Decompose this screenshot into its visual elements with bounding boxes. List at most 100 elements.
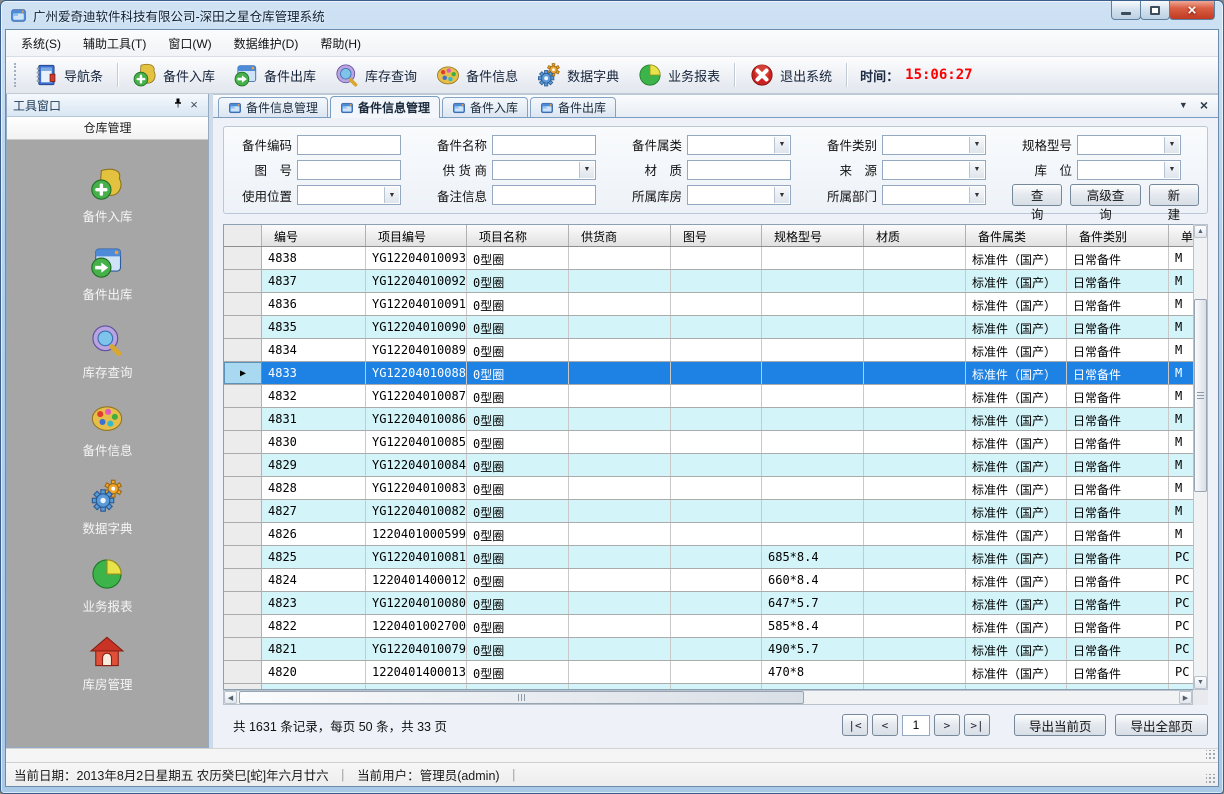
dock-item-part-info[interactable]: 备件信息 <box>82 400 132 459</box>
table-row[interactable]: 4829YG122040100840型圈标准件（国产）日常备件M <box>224 454 1193 477</box>
dock-item-part-in[interactable]: 备件入库 <box>82 166 132 225</box>
table-row[interactable]: 4835YG122040100900型圈标准件（国产）日常备件M <box>224 316 1193 339</box>
v-scroll-thumb[interactable] <box>1194 299 1207 492</box>
scroll-left-icon[interactable]: ◀ <box>224 691 237 704</box>
table-row[interactable]: 482012204014000130型圈470*8标准件（国产）日常备件PC <box>224 661 1193 684</box>
menu-window[interactable]: 窗口(W) <box>157 31 222 56</box>
remark-input[interactable] <box>492 185 596 205</box>
resize-grip[interactable] <box>1206 774 1216 784</box>
table-row[interactable]: 482612204010005990型圈标准件（国产）日常备件M <box>224 523 1193 546</box>
table-row[interactable]: 4825YG122040100810型圈685*8.4标准件（国产）日常备件PC <box>224 546 1193 569</box>
table-cell: 660*8.4 <box>762 569 864 591</box>
drawing-no-input[interactable] <box>297 160 401 180</box>
query-button[interactable]: 查询 <box>1012 184 1062 206</box>
menu-aux-tools[interactable]: 辅助工具(T) <box>72 31 157 56</box>
toolbar-part-in-button[interactable]: 备件入库 <box>123 60 224 90</box>
column-header[interactable]: 图号 <box>671 225 762 246</box>
column-header[interactable]: 项目名称 <box>467 225 569 246</box>
menu-data-maintain[interactable]: 数据维护(D) <box>223 31 310 56</box>
table-cell: YG12204010090 <box>366 316 467 338</box>
table-cell: PC <box>1169 569 1193 591</box>
part-name-input[interactable] <box>492 135 596 155</box>
last-page-button[interactable]: >| <box>964 714 990 736</box>
department-combo[interactable]: ▼ <box>882 185 986 205</box>
pin-icon[interactable] <box>170 97 186 113</box>
scroll-right-icon[interactable]: ▶ <box>1179 691 1192 704</box>
toolbar-exit-system-button[interactable]: 退出系统 <box>740 60 841 90</box>
toolbar-data-dict-button[interactable]: 数据字典 <box>527 60 628 90</box>
table-row[interactable]: 4832YG122040100870型圈标准件（国产）日常备件M <box>224 385 1193 408</box>
supplier-combo[interactable]: ▼ <box>492 160 596 180</box>
first-page-button[interactable]: |< <box>842 714 868 736</box>
column-header[interactable]: 备件类别 <box>1067 225 1169 246</box>
menu-help[interactable]: 帮助(H) <box>309 31 372 56</box>
toolbar-part-out-button[interactable]: 备件出库 <box>224 60 325 90</box>
dock-item-part-out[interactable]: 备件出库 <box>82 244 132 303</box>
part-code-input[interactable] <box>297 135 401 155</box>
table-row[interactable]: 4831YG122040100860型圈标准件（国产）日常备件M <box>224 408 1193 431</box>
table-row[interactable]: 4834YG122040100890型圈标准件（国产）日常备件M <box>224 339 1193 362</box>
tab-part-in[interactable]: 备件入库 <box>442 97 528 117</box>
export-all-pages-button[interactable]: 导出全部页 <box>1115 714 1208 736</box>
scroll-up-icon[interactable]: ▲ <box>1194 225 1207 238</box>
column-header[interactable]: 项目编号 <box>366 225 467 246</box>
minimize-button[interactable] <box>1111 1 1141 20</box>
toolbar-business-report-button[interactable]: 业务报表 <box>628 60 729 90</box>
next-page-button[interactable]: > <box>934 714 960 736</box>
toolbar-part-info-button[interactable]: 备件信息 <box>426 60 527 90</box>
new-button[interactable]: 新建 <box>1149 184 1199 206</box>
warehouse-combo[interactable]: ▼ <box>687 185 791 205</box>
table-row[interactable]: 4821YG122040100790型圈490*5.7标准件（国产）日常备件PC <box>224 638 1193 661</box>
table-row[interactable]: 4838YG122040100930型圈标准件（国产）日常备件M <box>224 247 1193 270</box>
column-header[interactable]: 单位 <box>1169 225 1193 246</box>
table-row[interactable]: 0型圈标准件（国产）日常备件 <box>224 684 1193 690</box>
vertical-scrollbar[interactable]: ▲ ▼ <box>1193 224 1208 690</box>
h-scroll-thumb[interactable] <box>239 691 804 704</box>
tab-close-icon[interactable]: × <box>1200 99 1208 111</box>
table-row[interactable]: 4837YG122040100920型圈标准件（国产）日常备件M <box>224 270 1193 293</box>
usage-position-combo[interactable]: ▼ <box>297 185 401 205</box>
column-header[interactable]: 规格型号 <box>762 225 864 246</box>
tab-part-info-mgmt-2[interactable]: 备件信息管理 <box>330 96 440 118</box>
table-row[interactable]: 4827YG122040100820型圈标准件（国产）日常备件M <box>224 500 1193 523</box>
page-number-input[interactable] <box>902 715 930 736</box>
toolbar-stock-query-button[interactable]: 库存查询 <box>325 60 426 90</box>
material-input[interactable] <box>687 160 791 180</box>
column-header[interactable]: 材质 <box>864 225 966 246</box>
search-icon <box>89 322 125 358</box>
export-current-page-button[interactable]: 导出当前页 <box>1014 714 1107 736</box>
dock-item-warehouse-mgmt[interactable]: 库房管理 <box>82 634 132 693</box>
part-type-combo[interactable]: ▼ <box>882 135 986 155</box>
table-row[interactable]: ▶4833YG122040100880型圈标准件（国产）日常备件M <box>224 362 1193 385</box>
dock-item-data-dict[interactable]: 数据字典 <box>82 478 132 537</box>
toolbar-grip[interactable] <box>14 63 18 87</box>
prev-page-button[interactable]: < <box>872 714 898 736</box>
table-cell: 685*8.4 <box>762 546 864 568</box>
column-header[interactable]: 供货商 <box>569 225 671 246</box>
table-row[interactable]: 4836YG122040100910型圈标准件（国产）日常备件M <box>224 293 1193 316</box>
part-category-combo[interactable]: ▼ <box>687 135 791 155</box>
dock-item-stock-query[interactable]: 库存查询 <box>82 322 132 381</box>
horizontal-scrollbar[interactable]: ◀ ▶ <box>223 690 1193 705</box>
advanced-query-button[interactable]: 高级查询 <box>1070 184 1141 206</box>
dock-close-icon[interactable]: × <box>186 97 202 113</box>
close-button[interactable]: × <box>1169 1 1215 20</box>
source-combo[interactable]: ▼ <box>882 160 986 180</box>
column-header[interactable]: 备件属类 <box>966 225 1067 246</box>
tab-part-info-mgmt-1[interactable]: 备件信息管理 <box>218 97 328 117</box>
table-row[interactable]: 4823YG122040100800型圈647*5.7标准件（国产）日常备件PC <box>224 592 1193 615</box>
scroll-down-icon[interactable]: ▼ <box>1194 676 1207 689</box>
spec-model-combo[interactable]: ▼ <box>1077 135 1181 155</box>
location-combo[interactable]: ▼ <box>1077 160 1181 180</box>
table-row[interactable]: 482412204014000120型圈660*8.4标准件（国产）日常备件PC <box>224 569 1193 592</box>
table-row[interactable]: 482212204010027000型圈585*8.4标准件（国产）日常备件PC <box>224 615 1193 638</box>
maximize-button[interactable] <box>1140 1 1170 20</box>
tab-list-chevron-down-icon[interactable]: ▼ <box>1179 100 1188 110</box>
table-row[interactable]: 4830YG122040100850型圈标准件（国产）日常备件M <box>224 431 1193 454</box>
table-row[interactable]: 4828YG122040100830型圈标准件（国产）日常备件M <box>224 477 1193 500</box>
dock-item-business-report[interactable]: 业务报表 <box>82 556 132 615</box>
tab-part-out[interactable]: 备件出库 <box>530 97 616 117</box>
toolbar-navbar-button[interactable]: 导航条 <box>24 60 112 90</box>
menu-system[interactable]: 系统(S) <box>10 31 72 56</box>
column-header[interactable]: 编号 <box>262 225 366 246</box>
